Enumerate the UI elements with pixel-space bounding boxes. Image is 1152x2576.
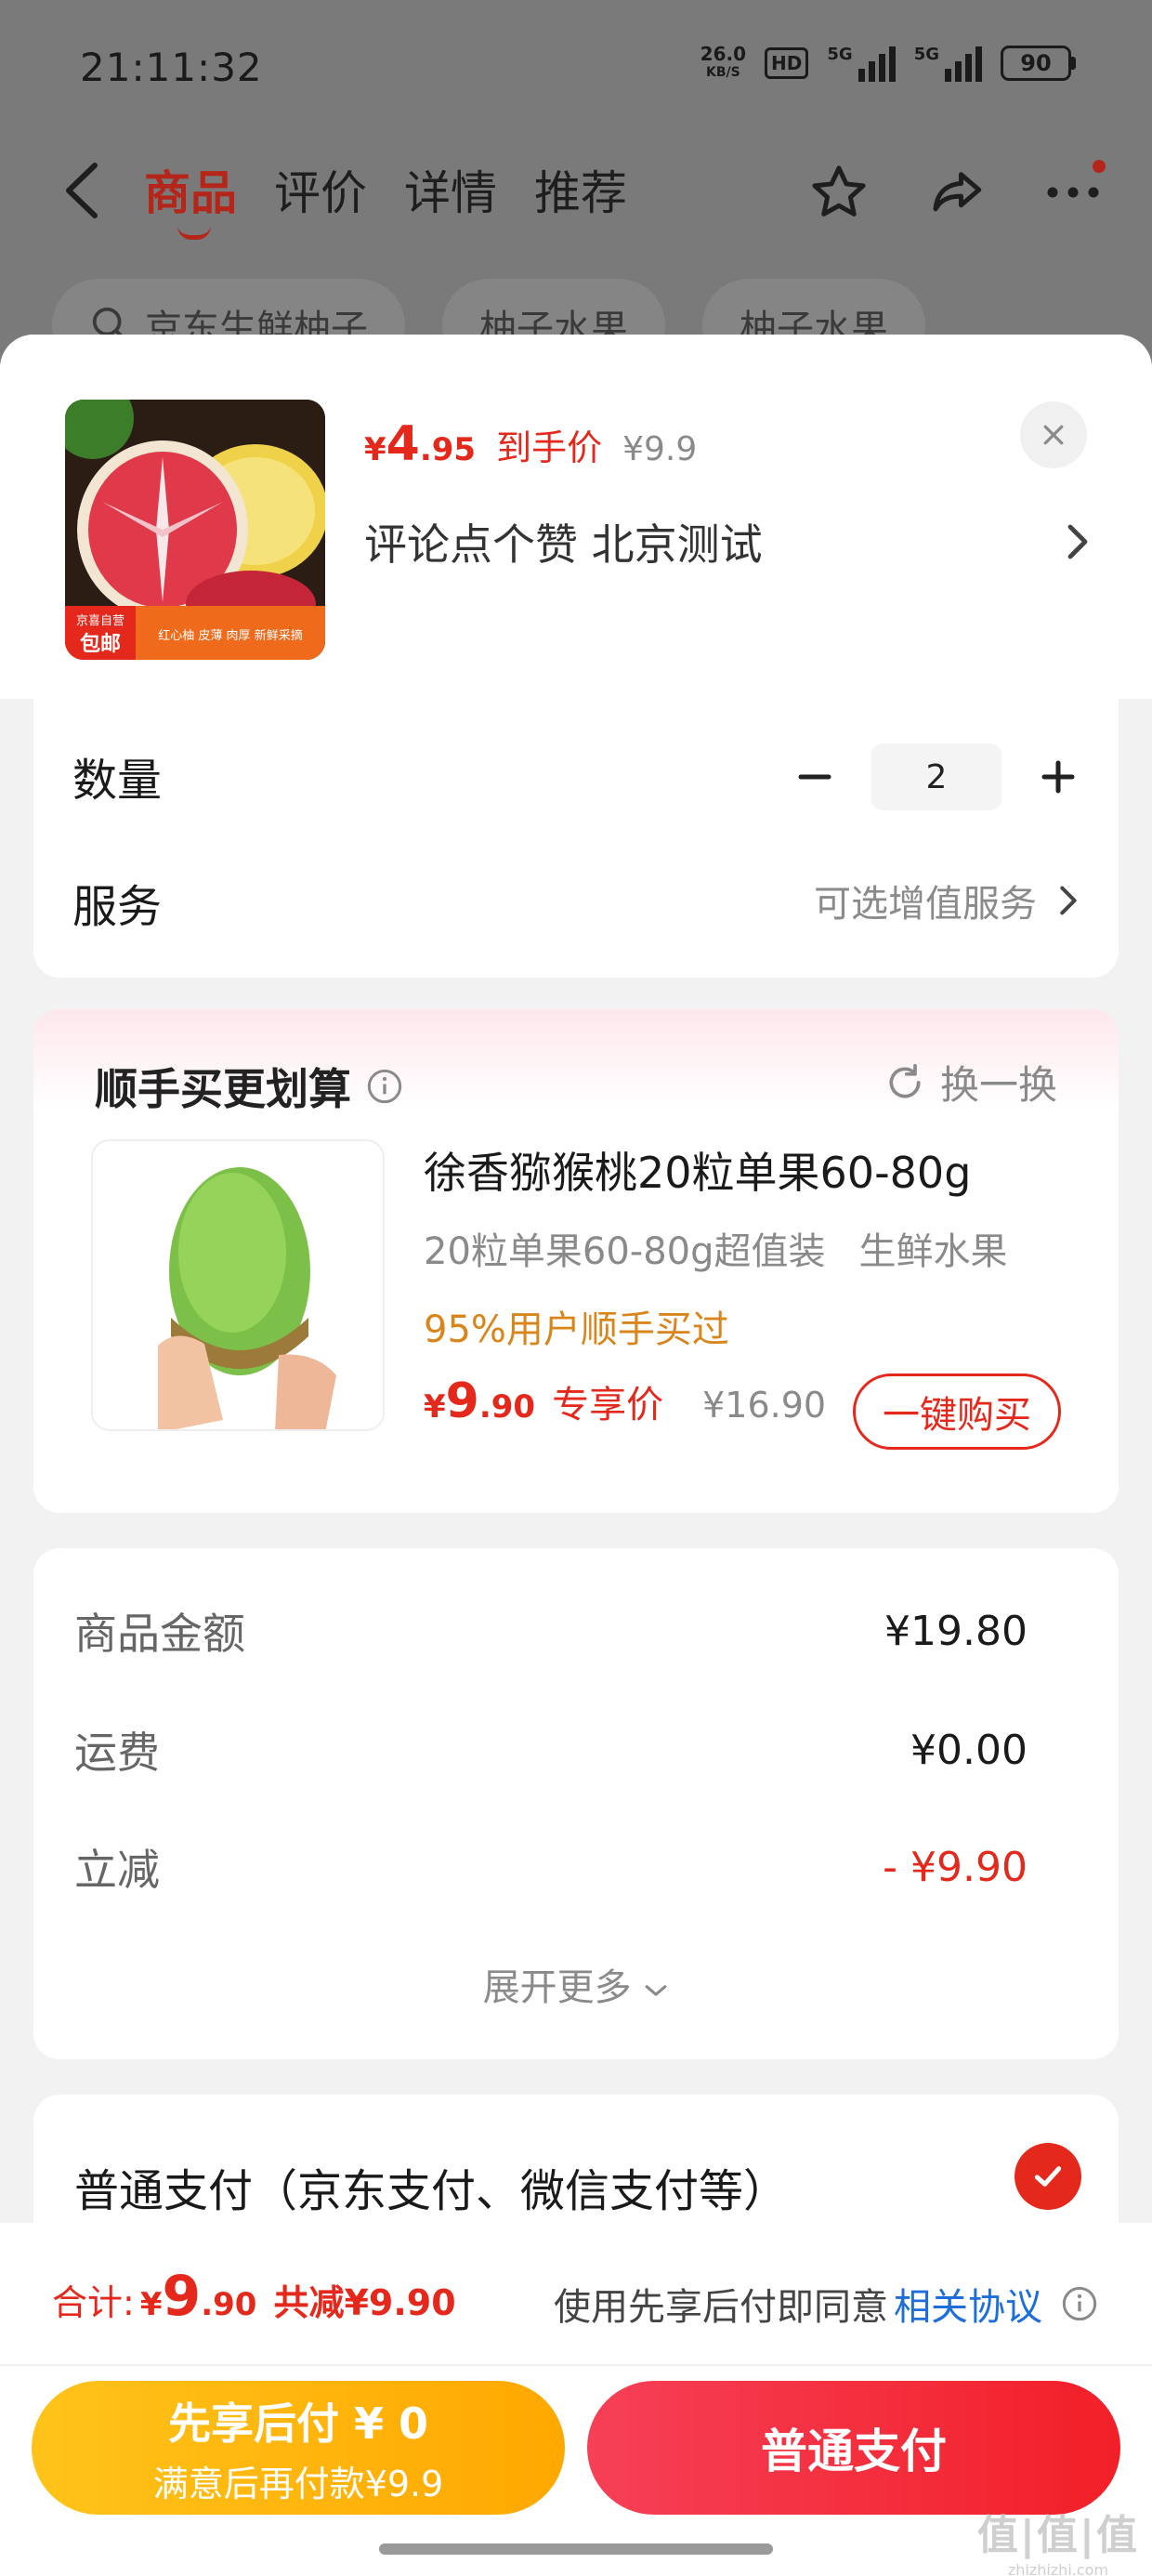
- info-icon[interactable]: [366, 1068, 403, 1105]
- back-icon[interactable]: [56, 158, 111, 223]
- close-button[interactable]: [1020, 401, 1087, 468]
- tab-details[interactable]: 详情: [404, 156, 497, 223]
- background-page: 21:11:32 26.0 KB/S HD 5G 5G 90 商品 评价 详情 …: [0, 0, 1152, 372]
- battery-icon: 90: [1001, 46, 1076, 81]
- notification-dot: [1093, 160, 1106, 173]
- total-amount: 合计: ¥9.90 共减¥9.90: [52, 2264, 456, 2329]
- service-label: 服务: [72, 881, 163, 933]
- quantity-input[interactable]: 2: [871, 743, 1001, 810]
- hd-icon: HD: [765, 47, 809, 79]
- home-indicator[interactable]: [379, 2543, 773, 2555]
- chevron-right-icon: [1067, 524, 1088, 559]
- plus-icon: [1041, 760, 1075, 794]
- chevron-down-icon: [646, 1985, 667, 1996]
- signal-icon-2: 5G: [914, 45, 982, 82]
- watermark: 值|值|值 zhizhizhi.com: [976, 2512, 1139, 2576]
- tab-reviews[interactable]: 评价: [274, 156, 367, 223]
- payment-method-label[interactable]: 普通支付（京东支付、微信支付等）: [74, 2154, 788, 2219]
- recommended-product-image[interactable]: [91, 1139, 385, 1431]
- payment-selected-checkbox[interactable]: [1015, 2143, 1081, 2210]
- spec-selector[interactable]: 评论点个赞 北京测试: [364, 511, 1089, 572]
- recommended-price-row: ¥9.90 专享价 ¥16.90: [424, 1373, 826, 1429]
- signal-icon: 5G: [827, 45, 896, 82]
- product-price-row: ¥4.95 到手价 ¥9.9: [364, 416, 697, 472]
- summary-row-subtotal: 商品金额 ¥19.80: [74, 1607, 1028, 1660]
- top-nav: 商品 评价 详情 推荐: [0, 139, 1152, 242]
- spec-text: 评论点个赞 北京测试: [364, 519, 763, 570]
- svg-text:京喜自营: 京喜自营: [76, 614, 124, 628]
- product-thumbnail: 京喜自营 包邮 红心柚 皮薄 肉厚 新鲜采摘: [65, 400, 325, 660]
- recommendation-title: 顺手买更划算: [95, 1056, 403, 1117]
- exclusive-price: ¥9.90: [424, 1373, 536, 1429]
- refresh-button[interactable]: 换一换: [884, 1054, 1057, 1111]
- quantity-service-card: 数量 2 服务 可选增值服务: [33, 699, 1119, 978]
- info-icon[interactable]: [1061, 2285, 1098, 2322]
- expand-more-button[interactable]: 展开更多: [33, 1957, 1119, 2011]
- network-speed: 26.0 KB/S: [700, 43, 747, 80]
- final-price: ¥4.95: [364, 416, 477, 472]
- product-header: 京喜自营 包邮 红心柚 皮薄 肉厚 新鲜采摘 ¥4.95 到手价 ¥9.9 评论…: [0, 335, 1152, 699]
- nav-actions: [806, 160, 1106, 225]
- recommendation-card: 顺手买更划算 换一换 徐香猕猴桃20粒单果60-80g 20粒单果60-80g超…: [33, 1009, 1119, 1513]
- clock: 21:11:32: [80, 45, 263, 90]
- recommended-product-specs: 20粒单果60-80g超值装 生鲜水果: [424, 1230, 1008, 1273]
- normal-pay-button[interactable]: 普通支付: [587, 2381, 1120, 2515]
- star-icon[interactable]: [806, 160, 871, 225]
- service-value: 可选增值服务: [814, 883, 1037, 926]
- svg-text:红心柚 皮薄 肉厚 新鲜采摘: 红心柚 皮薄 肉厚 新鲜采摘: [158, 628, 302, 643]
- status-icons: 26.0 KB/S HD 5G 5G 90: [700, 45, 1076, 82]
- checkout-bar: 合计: ¥9.90 共减¥9.90 使用先享后付即同意 相关协议 先享后付 ¥ …: [0, 2223, 1152, 2576]
- decrement-button[interactable]: [792, 754, 838, 800]
- more-icon[interactable]: [1041, 160, 1106, 225]
- minus-icon: [798, 774, 831, 780]
- increment-button[interactable]: [1035, 754, 1081, 800]
- order-summary-card: 商品金额 ¥19.80 运费 ¥0.00 立减 - ¥9.90 展开更多: [33, 1548, 1119, 2059]
- refresh-icon: [889, 1063, 921, 1097]
- agreement-link[interactable]: 相关协议: [894, 2277, 1042, 2331]
- nav-tabs: 商品 评价 详情 推荐: [144, 156, 627, 240]
- svg-text:包邮: 包邮: [80, 632, 121, 656]
- original-price: ¥9.9: [622, 430, 698, 468]
- summary-row-shipping: 运费 ¥0.00: [74, 1726, 1028, 1779]
- check-icon: [1034, 2166, 1062, 2187]
- agreement-notice: 使用先享后付即同意 相关协议: [554, 2277, 1098, 2331]
- bought-together-note: 95%用户顺手买过: [424, 1308, 729, 1351]
- summary-row-discount: 立减 - ¥9.90: [74, 1843, 1028, 1896]
- quantity-stepper: 2: [792, 743, 1081, 810]
- chevron-right-icon: [1060, 886, 1077, 915]
- recommended-product-name[interactable]: 徐香猕猴桃20粒单果60-80g: [424, 1139, 971, 1201]
- exclusive-price-label: 专享价: [552, 1384, 664, 1426]
- one-click-buy-button[interactable]: 一键购买: [853, 1373, 1061, 1450]
- total-price: ¥9.90: [139, 2264, 257, 2329]
- total-savings: 共减¥9.90: [273, 2282, 456, 2323]
- tab-recommend[interactable]: 推荐: [534, 156, 627, 223]
- share-icon[interactable]: [923, 160, 988, 225]
- status-bar: 21:11:32 26.0 KB/S HD 5G 5G 90: [0, 0, 1152, 139]
- final-price-label: 到手价: [496, 427, 603, 468]
- service-selector[interactable]: 可选增值服务: [814, 874, 1078, 927]
- tab-product[interactable]: 商品: [144, 156, 237, 240]
- close-icon: [1043, 425, 1064, 445]
- quantity-label: 数量: [72, 755, 163, 807]
- pay-later-button[interactable]: 先享后付 ¥ 0 满意后再付款¥9.9: [32, 2381, 565, 2515]
- divider: [0, 2364, 1152, 2366]
- recommended-original-price: ¥16.90: [702, 1385, 827, 1426]
